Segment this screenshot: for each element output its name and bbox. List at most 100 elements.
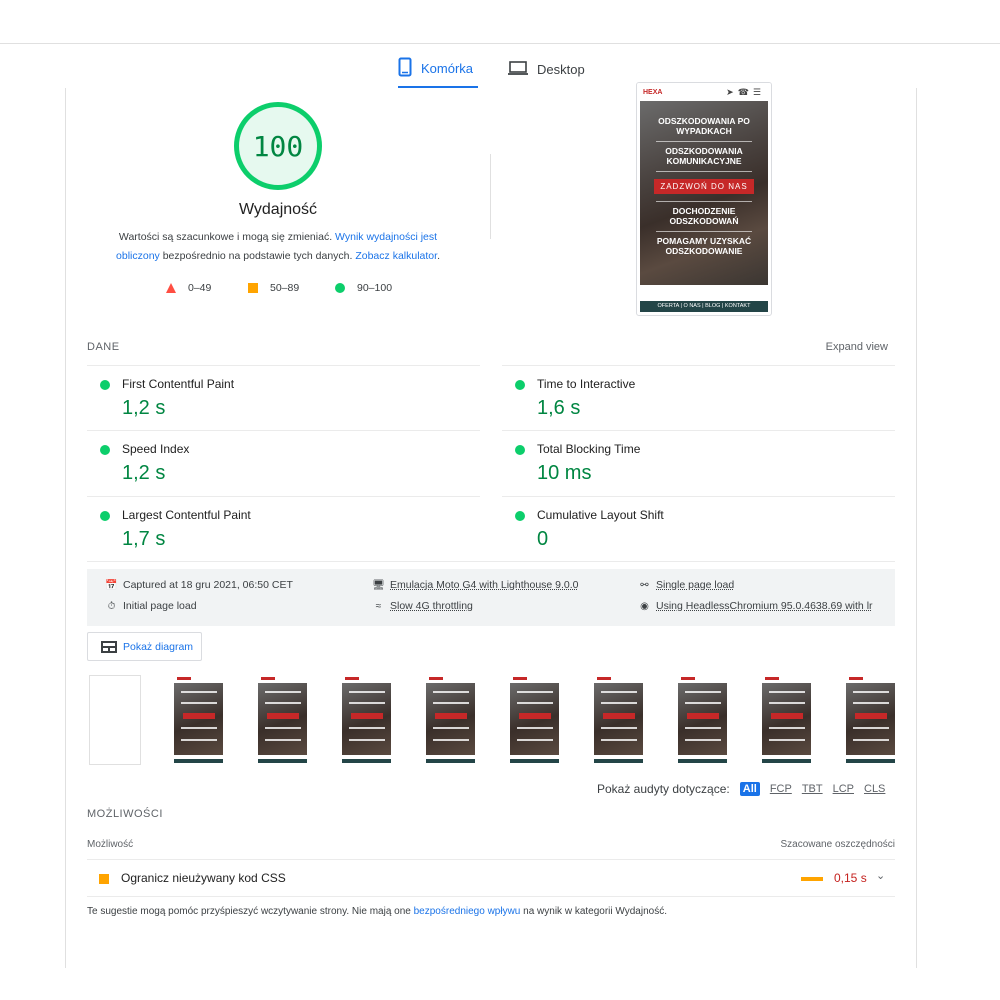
tab-desktop-label: Desktop [537,61,585,77]
metric-fcp: First Contentful Paint 1,2 s [87,365,480,430]
meta-throttling[interactable]: ≈ Slow 4G throttling [372,600,473,612]
thumbnail-part [849,677,863,680]
thumbnail-part [685,727,721,729]
thumbnail-part [181,691,217,693]
filter-chip-lcp[interactable]: LCP [833,783,854,795]
meta-single-text: Single page load [656,579,735,591]
legend-fail: 0–49 [166,282,211,294]
show-diagram-button[interactable]: Pokaż diagram [87,632,202,661]
filmstrip-frame [845,675,897,765]
thumbnail-part [597,677,611,680]
show-diagram-label: Pokaż diagram [123,640,194,653]
thumbnail-part [349,702,385,704]
thumbnail-part [601,691,637,693]
pass-icon [515,380,525,390]
thumbnail-part [435,713,467,719]
opportunity-unused-css[interactable]: Ogranicz nieużywany kod CSS 0,15 s ⌄ [87,859,895,897]
thumbnail-part [349,739,385,741]
frame-right-border [916,88,917,968]
filmstrip-frame [677,675,729,765]
opportunities-header: Możliwość Szacowane oszczędności [87,839,895,853]
metric-name: Largest Contentful Paint [122,508,251,522]
savings-value: 0,15 s [834,871,867,885]
col-opportunity: Możliwość [87,839,134,850]
thumbnail-part [517,702,553,704]
filmstrip-frame [257,675,309,765]
filmstrip-frame [425,675,477,765]
thumbnail-part [687,713,719,719]
pass-icon [100,445,110,455]
performance-title: Wydajność [238,201,318,218]
filmstrip-frame [761,675,813,765]
metric-cls: Cumulative Layout Shift 0 [502,496,895,561]
filmstrip-frame [173,675,225,765]
devices-icon: 🖥 [372,579,385,591]
desc-text-3: . [437,250,440,262]
nodes-icon: ⚯ [640,579,649,591]
thumbnail-part [601,727,637,729]
thumbnail-part [678,683,727,755]
thumbnail-part [174,759,223,763]
final-screenshot: HEXA ➤☎☰ ODSZKODOWANIA PO WYPADKACH ODSZ… [636,82,772,316]
savings-bar [801,877,823,881]
thumbnail-part [265,727,301,729]
thumbnail-part [342,683,391,755]
metric-tbt: Total Blocking Time 10 ms [502,430,895,495]
thumbnail-part [519,713,551,719]
thumbnail-part [426,683,475,755]
thumbnail-part [433,739,469,741]
pass-icon [515,445,525,455]
thumbnail-part [433,727,469,729]
preview-header-icons: ➤☎☰ [726,86,765,97]
chrome-icon: ◉ [640,600,649,612]
thumbnail-part [433,691,469,693]
calculator-link[interactable]: Zobacz kalkulator [355,250,437,262]
metric-name: Total Blocking Time [537,442,641,456]
meta-single[interactable]: ⚯ Single page load [638,579,734,591]
desc-text-1: Wartości są szacunkowe i mogą się zmieni… [118,231,336,243]
legend-average: 50–89 [248,282,299,294]
direct-impact-link[interactable]: bezpośredniego wpływu [414,906,521,917]
thumbnail-part [510,759,559,763]
tab-desktop[interactable]: Desktop [508,50,598,88]
filter-chip-fcp[interactable]: FCP [770,783,792,795]
thumbnail-part [510,683,559,755]
laptop-icon [508,60,528,79]
filter-chip-cls[interactable]: CLS [864,783,885,795]
thumbnail-part [771,713,803,719]
preview-header: HEXA ➤☎☰ [637,83,771,101]
thumbnail-part [265,702,301,704]
frame-left-border [65,88,66,968]
thumbnail-part [349,727,385,729]
meta-captured: 📅 Captured at 18 gru 2021, 06:50 CET [105,579,293,591]
metric-tti: Time to Interactive 1,6 s [502,365,895,430]
legend-fail-label: 0–49 [188,282,212,294]
chevron-down-icon[interactable]: ⌄ [876,869,885,882]
vertical-divider [490,154,491,239]
thumbnail-part [762,759,811,763]
preview-logo: HEXA [643,88,663,96]
meta-emulation[interactable]: 🖥 Emulacja Moto G4 with Lighthouse 9.0.0 [372,579,578,591]
filter-chip-tbt[interactable]: TBT [802,783,823,795]
thumbnail-part [181,739,217,741]
thumbnail-part [846,683,895,755]
wifi-icon: ≈ [375,600,382,612]
thumbnail-part [601,702,637,704]
top-divider [0,43,1000,44]
thumbnail-part [685,691,721,693]
thumbnail-part [349,691,385,693]
preview-line: DOCHODZENIE ODSZKODOWAŃ [669,206,739,226]
thumbnail-part [517,691,553,693]
meta-browser[interactable]: ◉ Using HeadlessChromium 95.0.4638.69 wi… [638,600,872,612]
tab-mobile[interactable]: Komórka [398,50,478,88]
expand-view-toggle[interactable]: Expand view [800,341,888,353]
filter-chip-all[interactable]: All [739,782,760,796]
legend-pass-label: 90–100 [357,282,393,294]
metric-value: 1,6 s [537,397,581,419]
metrics-bottom-divider [87,561,895,562]
phone-icon [398,57,412,80]
audit-filter: Pokaż audyty dotyczące: All FCP TBT LCP … [597,780,897,798]
thumbnail-part [177,677,191,680]
red-triangle-icon [166,283,176,293]
thumbnail-part [685,702,721,704]
